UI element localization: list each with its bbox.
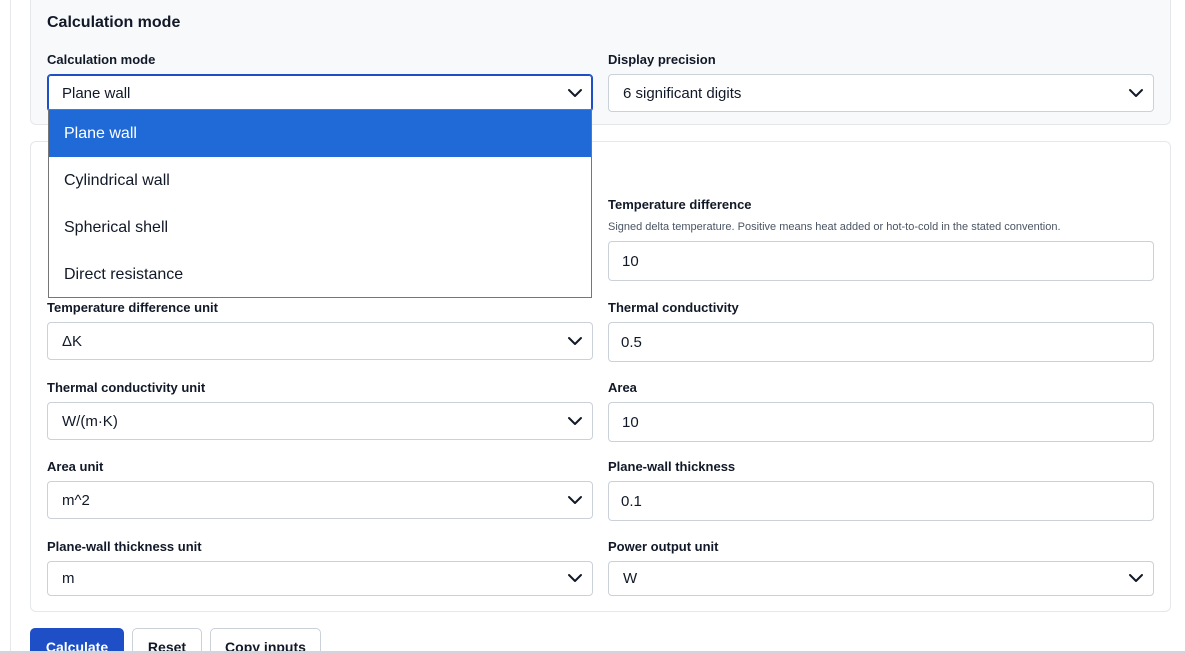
thermal-conductivity-label: Thermal conductivity [608, 300, 739, 315]
display-precision-select[interactable]: 6 significant digits [608, 74, 1154, 112]
temperature-difference-input[interactable]: 10 [608, 241, 1154, 281]
area-field: Area 10 [608, 380, 1154, 442]
display-precision-field: Display precision 6 significant digits [608, 52, 1154, 112]
area-unit-label: Area unit [47, 459, 104, 474]
mode-option-plane-wall[interactable]: Plane wall [49, 110, 591, 157]
chevron-down-icon [566, 412, 584, 430]
mode-option-cylindrical-wall[interactable]: Cylindrical wall [49, 157, 591, 204]
thermal-conductivity-unit-label: Thermal conductivity unit [47, 380, 206, 395]
temperature-difference-unit-value: ΔK [62, 332, 83, 350]
power-output-unit-label: Power output unit [608, 539, 719, 554]
area-unit-field: Area unit m^2 [47, 459, 593, 519]
power-output-unit-value: W [623, 570, 638, 587]
chevron-down-icon [566, 332, 584, 350]
plane-wall-thickness-input[interactable]: 0.1 [608, 481, 1154, 521]
plane-wall-thickness-field: Plane-wall thickness 0.1 [608, 459, 1154, 521]
chevron-down-icon [1127, 84, 1145, 102]
plane-wall-thickness-unit-value: m [62, 570, 75, 587]
power-output-unit-field: Power output unit W [608, 539, 1154, 596]
calculation-mode-select[interactable]: Plane wall [47, 74, 593, 112]
plane-wall-thickness-unit-select[interactable]: m [47, 561, 593, 596]
plane-wall-thickness-label: Plane-wall thickness [608, 459, 736, 474]
thermal-conductivity-value: 0.5 [621, 333, 642, 351]
display-precision-value: 6 significant digits [623, 84, 742, 102]
area-label: Area [608, 380, 637, 395]
thermal-conductivity-unit-value: W/(m·K) [62, 412, 118, 430]
mode-option-spherical-shell[interactable]: Spherical shell [49, 204, 591, 251]
calculation-mode-label: Calculation mode [47, 52, 156, 67]
area-unit-value: m^2 [62, 491, 90, 509]
temperature-difference-hint: Signed delta temperature. Positive means… [608, 221, 1061, 233]
mode-option-direct-resistance[interactable]: Direct resistance [49, 251, 591, 298]
calculation-mode-field: Calculation mode Plane wall [47, 52, 593, 112]
temperature-difference-unit-select[interactable]: ΔK [47, 322, 593, 360]
area-input[interactable]: 10 [608, 402, 1154, 442]
plane-wall-thickness-unit-field: Plane-wall thickness unit m [47, 539, 593, 596]
thermal-conductivity-input[interactable]: 0.5 [608, 322, 1154, 362]
calculation-mode-value: Plane wall [62, 84, 131, 102]
temperature-difference-value: 10 [622, 252, 639, 270]
power-output-unit-select[interactable]: W [608, 561, 1154, 596]
chevron-down-icon [566, 491, 584, 509]
thermal-conductivity-field: Thermal conductivity 0.5 [608, 300, 1154, 362]
display-precision-label: Display precision [608, 52, 716, 67]
temperature-difference-unit-label: Temperature difference unit [47, 300, 218, 315]
temperature-difference-label: Temperature difference [608, 197, 752, 212]
thermal-conductivity-unit-select[interactable]: W/(m·K) [47, 402, 593, 440]
chevron-down-icon [566, 569, 584, 587]
temperature-difference-field: Temperature difference Signed delta temp… [608, 197, 1154, 281]
temperature-difference-unit-field: Temperature difference unit ΔK [47, 300, 593, 360]
area-value: 10 [622, 413, 639, 431]
page-left-rule [10, 0, 11, 654]
chevron-down-icon [566, 84, 584, 102]
section-title: Calculation mode [47, 14, 181, 31]
thermal-conductivity-unit-field: Thermal conductivity unit W/(m·K) [47, 380, 593, 440]
chevron-down-icon [1127, 569, 1145, 587]
plane-wall-thickness-unit-label: Plane-wall thickness unit [47, 539, 202, 554]
area-unit-select[interactable]: m^2 [47, 481, 593, 519]
calculation-mode-dropdown: Plane wall Cylindrical wall Spherical sh… [48, 109, 592, 298]
plane-wall-thickness-value: 0.1 [621, 492, 642, 510]
